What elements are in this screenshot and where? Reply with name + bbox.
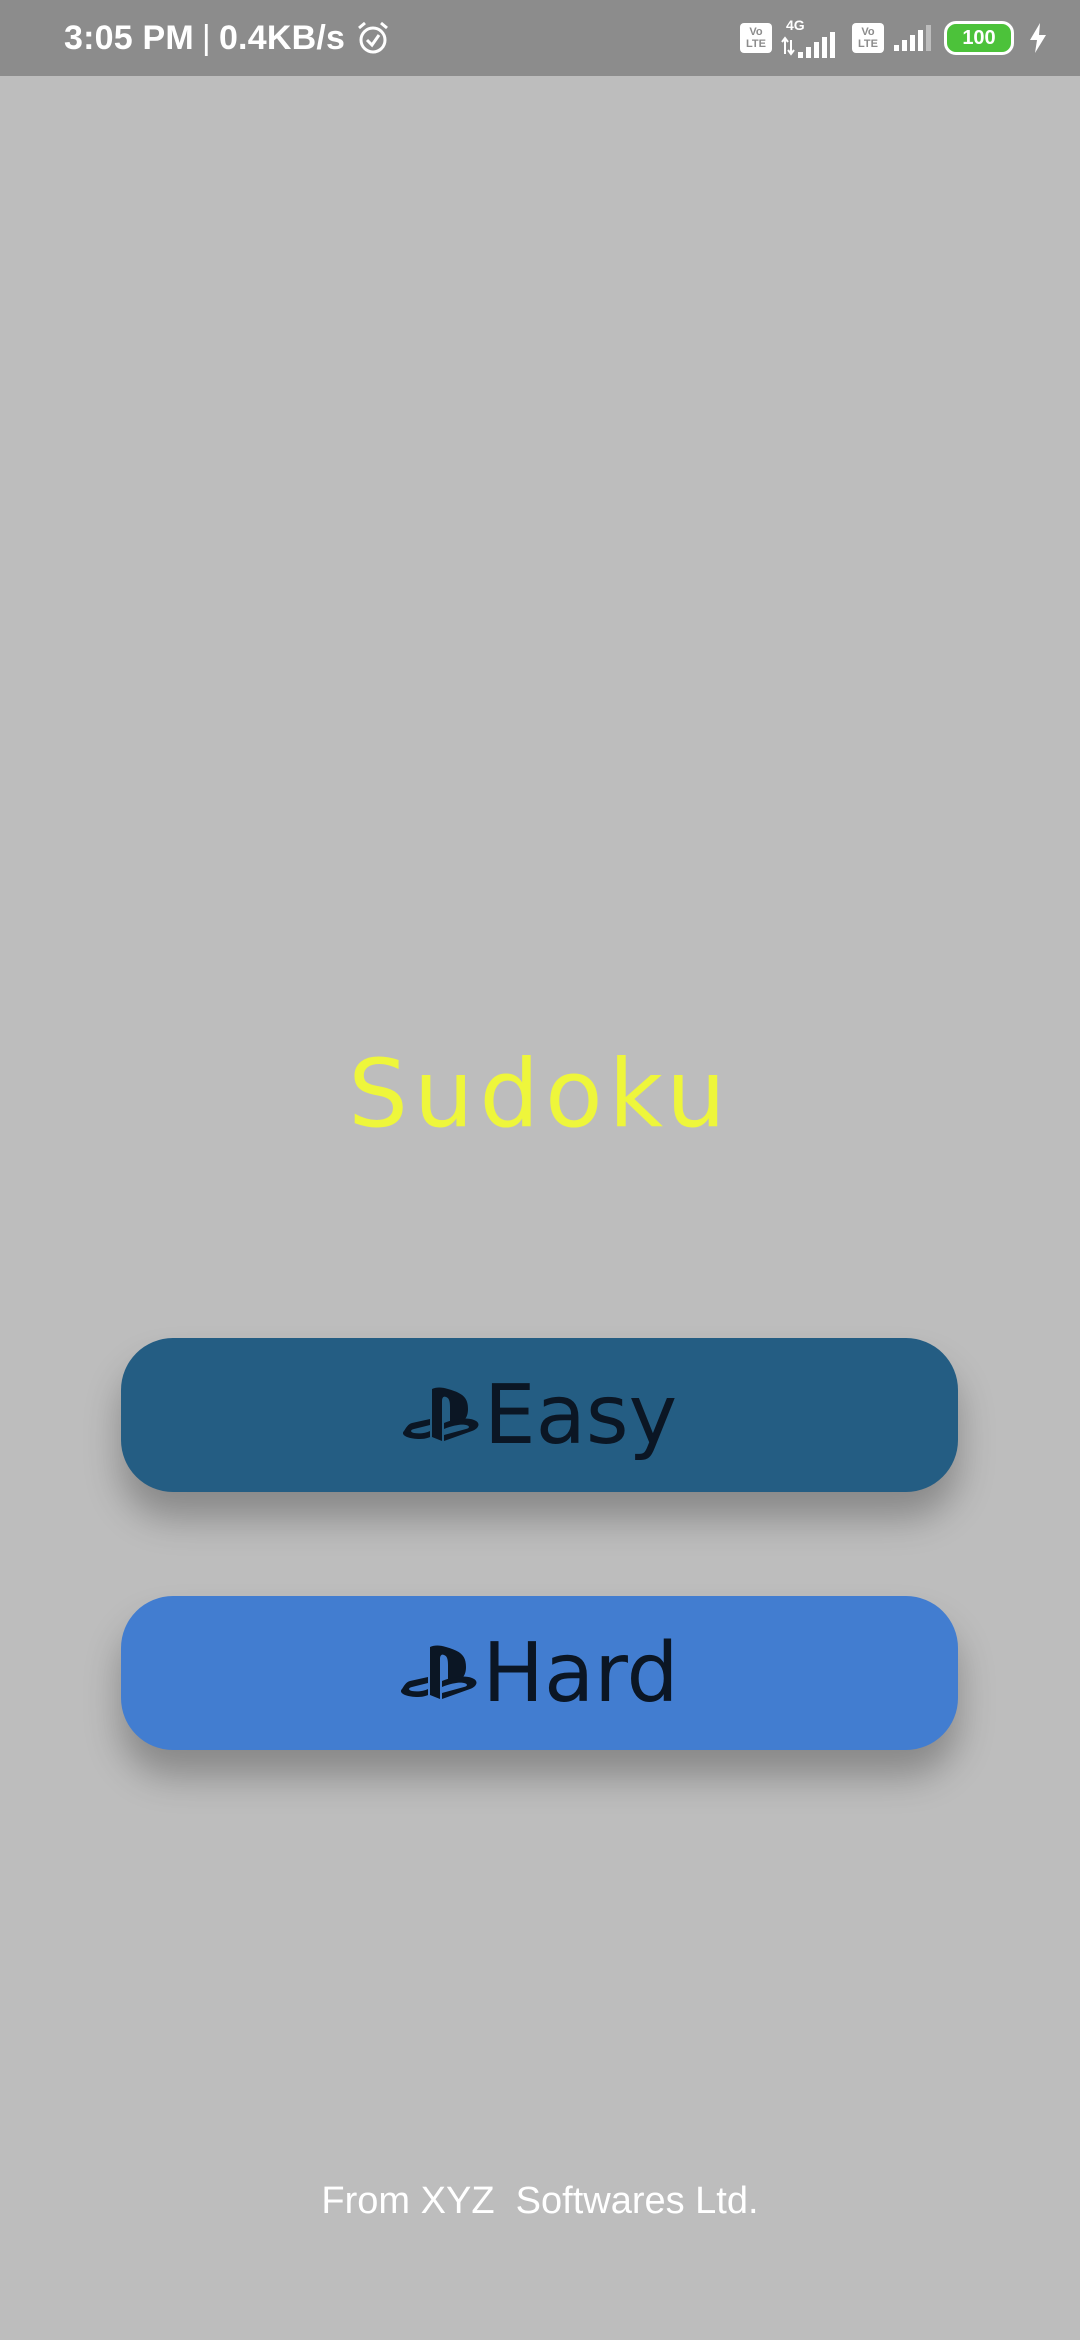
volte-2-bottom: LTE — [858, 38, 878, 50]
network-type: 4G — [786, 17, 805, 33]
signal-icon — [781, 32, 835, 58]
status-bar: 3:05 PM | 0.4KB/s Vo LTE 4G Vo LTE 100 — [0, 0, 1080, 76]
status-separator: | — [201, 18, 211, 57]
status-right: Vo LTE 4G Vo LTE 100 — [740, 0, 1050, 76]
battery-icon: 100 — [944, 21, 1014, 55]
volte-badge-1: Vo LTE — [740, 23, 772, 53]
battery-level: 100 — [962, 26, 996, 49]
volte-1-top: Vo — [749, 26, 763, 38]
signal-icon-2 — [894, 25, 931, 51]
volte-2-top: Vo — [861, 26, 875, 38]
easy-button-label: Easy — [483, 1367, 678, 1463]
status-left: 3:05 PM | 0.4KB/s — [64, 0, 391, 76]
hard-button[interactable]: Hard — [121, 1596, 958, 1750]
network-speed: 0.4KB/s — [218, 18, 346, 57]
easy-button[interactable]: Easy — [121, 1338, 958, 1492]
signal-group-1: 4G — [780, 18, 836, 58]
playstation-icon — [402, 1387, 479, 1441]
charging-bolt-icon — [1030, 23, 1046, 53]
app-title: Sudoku — [348, 1040, 732, 1149]
volte-badge-2: Vo LTE — [852, 23, 884, 53]
status-time: 3:05 PM — [64, 18, 194, 57]
footer-credit: From XYZ Softwares Ltd. — [321, 2180, 759, 2222]
playstation-icon — [401, 1645, 477, 1699]
alarm-icon — [358, 21, 389, 54]
hard-button-label: Hard — [482, 1625, 679, 1721]
volte-1-bottom: LTE — [746, 38, 766, 50]
